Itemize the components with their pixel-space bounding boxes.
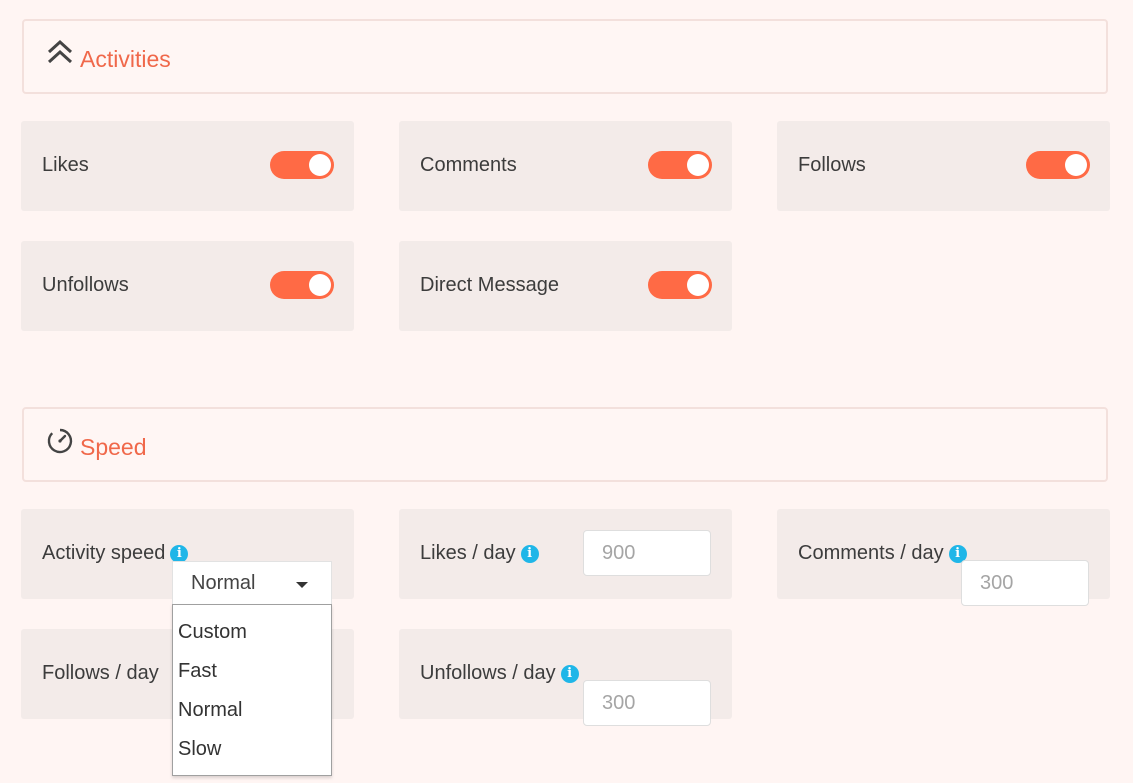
activity-label: Unfollows	[42, 274, 129, 296]
dropdown-option-fast[interactable]: Fast	[178, 660, 217, 683]
double-chevron-up-icon	[47, 39, 73, 64]
activity-speed-select[interactable]: Normal	[172, 561, 332, 605]
activities-section-header[interactable]: Activities	[22, 19, 1108, 94]
comments-per-day-label: Comments / day i	[798, 542, 967, 565]
info-icon[interactable]: i	[560, 665, 579, 683]
toggle-knob	[687, 154, 709, 176]
dropdown-option-normal[interactable]: Normal	[178, 699, 242, 722]
activity-speed-label: Activity speed i	[42, 542, 189, 565]
activity-card-direct-message: Direct Message	[399, 241, 732, 331]
unfollows-toggle[interactable]	[270, 271, 334, 299]
activity-label: Likes	[42, 154, 89, 176]
follows-toggle[interactable]	[1026, 151, 1090, 179]
unfollows-per-day-input[interactable]	[583, 680, 711, 726]
likes-toggle[interactable]	[270, 151, 334, 179]
comments-toggle[interactable]	[648, 151, 712, 179]
info-icon[interactable]: i	[520, 545, 539, 563]
likes-per-day-input[interactable]	[583, 530, 711, 576]
activities-title: Activities	[80, 46, 171, 72]
activity-card-follows: Follows	[777, 121, 1110, 211]
toggle-knob	[309, 154, 331, 176]
activity-speed-label-text: Activity speed	[42, 542, 166, 564]
unfollows-per-day-label: Unfollows / day i	[420, 662, 579, 685]
toggle-knob	[309, 274, 331, 296]
activity-speed-selected-value: Normal	[191, 572, 256, 594]
activity-card-likes: Likes	[21, 121, 354, 211]
activity-label: Follows	[798, 154, 866, 176]
speed-title: Speed	[80, 434, 147, 460]
activity-speed-dropdown: Custom Fast Normal Slow	[172, 604, 332, 776]
direct-message-toggle[interactable]	[648, 271, 712, 299]
activity-card-comments: Comments	[399, 121, 732, 211]
likes-per-day-label-text: Likes / day	[420, 542, 516, 564]
activity-card-unfollows: Unfollows	[21, 241, 354, 331]
toggle-knob	[1065, 154, 1087, 176]
activity-label: Comments	[420, 154, 517, 176]
caret-down-icon	[296, 582, 308, 588]
dropdown-option-slow[interactable]: Slow	[178, 738, 221, 761]
dropdown-option-custom[interactable]: Custom	[178, 621, 247, 644]
likes-per-day-label: Likes / day i	[420, 542, 539, 565]
speed-section-header[interactable]: Speed	[22, 407, 1108, 482]
comments-per-day-label-text: Comments / day	[798, 542, 944, 564]
follows-per-day-label: Follows / day	[42, 662, 159, 684]
unfollows-per-day-label-text: Unfollows / day	[420, 662, 556, 684]
toggle-knob	[687, 274, 709, 296]
settings-page: Activities Likes Comments Follows Unfoll…	[0, 0, 1133, 783]
activity-label: Direct Message	[420, 274, 559, 296]
speedometer-icon	[47, 428, 73, 454]
comments-per-day-input[interactable]	[961, 560, 1089, 606]
